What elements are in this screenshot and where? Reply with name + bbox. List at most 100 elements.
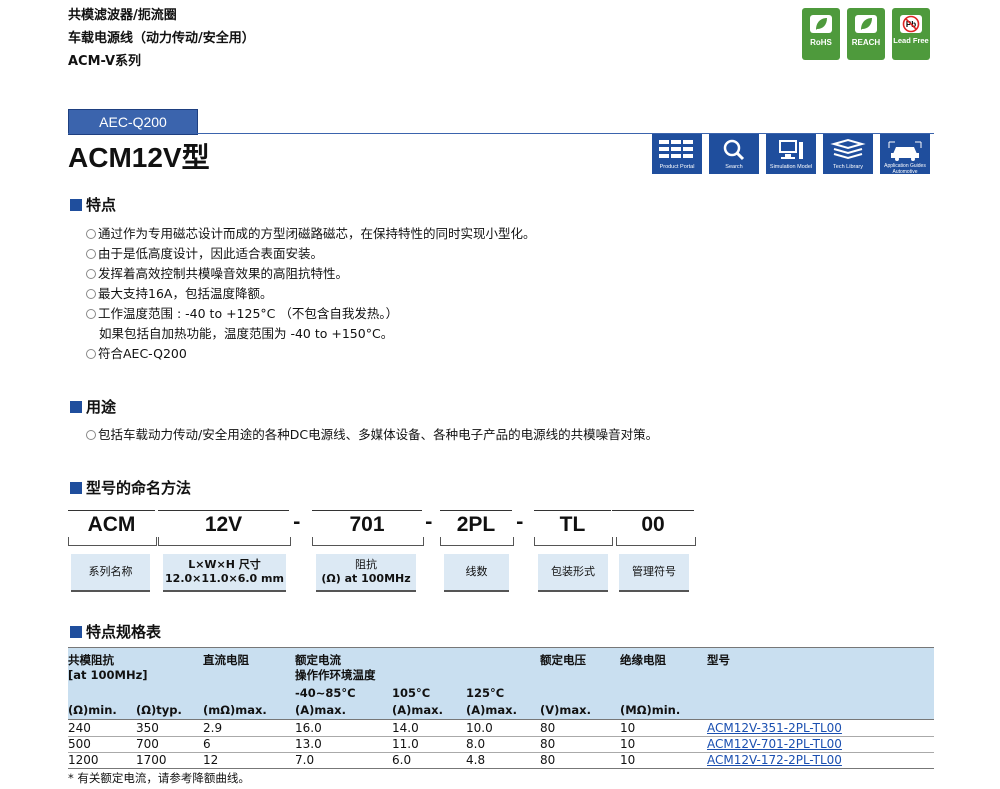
- table-cell: 2.9: [203, 721, 223, 735]
- naming-part-size: 12V: [158, 510, 289, 539]
- table-cell: 80: [540, 753, 556, 767]
- reach-badge: REACH: [847, 8, 885, 60]
- naming-heading: 型号的命名方法: [70, 478, 191, 498]
- no-pb-icon: Pb: [900, 15, 922, 33]
- bullet-circle-icon: [86, 309, 96, 319]
- leaf-icon: [810, 15, 832, 33]
- product-portal-link[interactable]: Product Portal: [652, 134, 702, 174]
- table-cell: 8.0: [466, 737, 486, 751]
- naming-part-lines: 2PL: [440, 510, 512, 539]
- col-env-temp: 操作作环境温度: [295, 668, 376, 682]
- naming-part-packaging: TL: [534, 510, 611, 539]
- unit-cell: (A)max.: [466, 703, 517, 717]
- col-rated-current: 额定电流: [295, 653, 341, 667]
- col-rated-voltage: 额定电压: [540, 653, 586, 667]
- feature-item: 符合AEC-Q200: [86, 344, 187, 364]
- table-cell: 700: [136, 737, 159, 751]
- naming-bracket: [68, 537, 157, 546]
- simulation-model-link[interactable]: Simulation Model: [766, 134, 816, 174]
- naming-bracket: [440, 537, 514, 546]
- table-cell: 7.0: [295, 753, 315, 767]
- table-rule: [68, 719, 934, 720]
- tech-library-icon: [830, 138, 866, 160]
- naming-part-impedance: 701: [312, 510, 422, 539]
- table-cell: 80: [540, 721, 556, 735]
- col-impedance: 共模阻抗: [68, 653, 114, 667]
- col-range-125: 125°C: [466, 686, 505, 700]
- naming-bracket: [534, 537, 613, 546]
- bullet-circle-icon: [86, 269, 96, 279]
- table-cell: 1200: [68, 753, 99, 767]
- rohs-label: RoHS: [810, 38, 832, 47]
- unit-cell: (mΩ)max.: [203, 703, 267, 717]
- tech-library-link[interactable]: Tech Library: [823, 134, 873, 174]
- table-cell: 10: [620, 753, 636, 767]
- col-range-105: 105°C: [392, 686, 431, 700]
- lead-free-label: Lead Free: [893, 36, 929, 45]
- table-cell: 11.0: [392, 737, 419, 751]
- aec-q200-badge: AEC-Q200: [68, 109, 198, 135]
- lead-free-badge: Pb Lead Free: [892, 8, 930, 60]
- section-marker: [70, 199, 82, 211]
- tech-library-label: Tech Library: [833, 164, 863, 170]
- part-number-link[interactable]: ACM12V-172-2PL-TL00: [707, 753, 842, 768]
- table-cell: 350: [136, 721, 159, 735]
- table-cell: 10.0: [466, 721, 493, 735]
- page-title: ACM12V型: [68, 142, 210, 173]
- header-line-2: 车载电源线（动力传动/安全用）: [68, 31, 255, 46]
- naming-bracket: [158, 537, 291, 546]
- feature-item: 通过作为专用磁芯设计而成的方型闭磁路磁芯，在保持特性的同时实现小型化。: [86, 224, 536, 244]
- naming-label-control: 管理符号: [619, 554, 689, 592]
- header-line-1: 共模滤波器/扼流圈: [68, 8, 177, 23]
- section-marker: [70, 401, 82, 413]
- table-cell: 12: [203, 753, 219, 767]
- feature-item: 由于是低高度设计，因此适合表面安装。: [86, 244, 323, 264]
- unit-cell: (Ω)min.: [68, 703, 117, 717]
- bullet-circle-icon: [86, 249, 96, 259]
- reach-label: REACH: [851, 38, 881, 47]
- table-rule: [68, 647, 934, 648]
- naming-dash: -: [425, 512, 433, 533]
- bullet-circle-icon: [86, 430, 96, 440]
- naming-label-packaging: 包装形式: [538, 554, 608, 592]
- table-cell: 1700: [136, 753, 167, 767]
- naming-label-lines: 线数: [444, 554, 509, 592]
- unit-cell: (A)max.: [392, 703, 443, 717]
- table-cell: 500: [68, 737, 91, 751]
- col-dcr: 直流电阻: [203, 653, 249, 667]
- application-guides-label: Application Guides Automotive: [884, 163, 926, 175]
- rohs-badge: RoHS: [802, 8, 840, 60]
- naming-dash: -: [516, 512, 524, 533]
- search-link[interactable]: Search: [709, 134, 759, 174]
- application-guides-link[interactable]: Application Guides Automotive: [880, 134, 930, 174]
- specs-heading: 特点规格表: [70, 622, 161, 642]
- col-insulation: 绝缘电阻: [620, 653, 666, 667]
- feature-item: 工作温度范围 : -40 to +125°C （不包含自我发热。）: [86, 304, 398, 324]
- table-cell: 10: [620, 737, 636, 751]
- naming-label-impedance: 阻抗 (Ω) at 100MHz: [316, 554, 416, 592]
- naming-part-series: ACM: [68, 510, 155, 539]
- col-range-85: -40~85°C: [295, 686, 356, 700]
- part-number-link[interactable]: ACM12V-701-2PL-TL00: [707, 737, 842, 752]
- table-cell: 13.0: [295, 737, 322, 751]
- part-number-link[interactable]: ACM12V-351-2PL-TL00: [707, 721, 842, 736]
- simulation-model-label: Simulation Model: [769, 164, 813, 170]
- leaf-icon: [855, 15, 877, 33]
- table-rule: [68, 768, 934, 769]
- col-impedance-sub: [at 100MHz]: [68, 668, 148, 682]
- feature-item: 发挥着高效控制共模噪音效果的高阻抗特性。: [86, 264, 348, 284]
- search-icon: [723, 139, 745, 161]
- naming-dash: -: [293, 512, 301, 533]
- naming-label-size: L×W×H 尺寸 12.0×11.0×6.0 mm: [163, 554, 286, 592]
- unit-cell: (V)max.: [540, 703, 591, 717]
- search-label: Search: [725, 164, 743, 170]
- section-marker: [70, 626, 82, 638]
- bullet-circle-icon: [86, 289, 96, 299]
- product-portal-label: Product Portal: [659, 164, 695, 170]
- unit-cell: (A)max.: [295, 703, 346, 717]
- unit-cell: (MΩ)min.: [620, 703, 681, 717]
- table-cell: 6: [203, 737, 211, 751]
- table-cell: 80: [540, 737, 556, 751]
- feature-item: 最大支持16A，包括温度降额。: [86, 284, 272, 304]
- naming-bracket: [312, 537, 424, 546]
